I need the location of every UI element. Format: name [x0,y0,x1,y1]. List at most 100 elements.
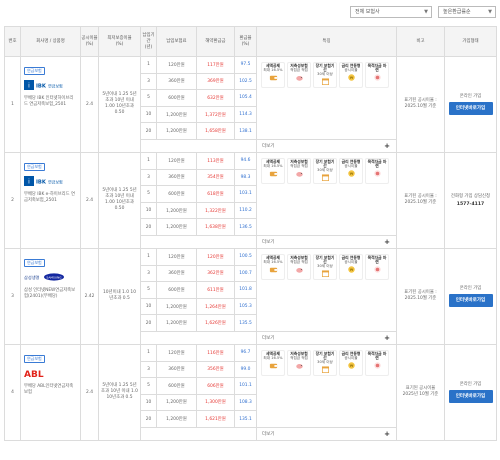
premium: 600만원 [156,281,197,299]
target-icon [373,265,382,274]
more-label: 더보기 [262,431,275,437]
payment-period: 20 [140,122,157,140]
refund-amount: 116만원 [196,343,235,362]
header-no: 번호 [4,26,21,57]
piggy-bank-icon [295,73,304,82]
more-button[interactable]: 더보기 + [256,234,397,249]
wallet-icon [269,73,278,82]
more-spacer [140,330,257,345]
feature-item: 세액공제 최대 16.5% [261,62,285,88]
header-min-unit: (%) [115,41,124,47]
refund-ratio: 135.1 [234,410,257,428]
feature-icons: 세액공제 최대 16.5% 저축성보험 적립금 적립 장기 보험기간 30세 이상 금리 연… [259,155,394,187]
feature-sub: 적립금 적립 [290,163,308,168]
refund-amount: 354만원 [196,168,235,187]
sort-select-value: 높은환급률순 [443,9,471,15]
min-guaranteed-rate: 5년이내 1.25 5년초과 10년 이내 1.00 10년초과 0.50 [98,151,141,249]
online-join-button[interactable]: 인터넷바로가입 [448,101,493,115]
premium: 360만원 [156,264,197,283]
more-button[interactable]: 더보기 + [256,426,397,441]
more-spacer [140,426,257,441]
payment-period: 5 [140,377,157,395]
min-guaranteed-rate: 5년이내 1.25 5년초과 10년 이내 1.00 10년초과 0.50 [98,56,141,153]
target-icon [373,169,382,178]
sort-select[interactable]: 높은환급률순 ▼ [438,6,496,18]
coin-icon: ₩ [347,73,356,82]
target-icon [373,73,382,82]
chevron-down-icon: ▼ [424,9,428,15]
header-ratio-label: 환급율 [239,35,252,41]
svg-text:IBK: IBK [36,84,47,90]
table-row: 1 연금보험 i IBK 연금보험 무배당 IBK 인터넷하이브리드 연금저축보험_250… [4,56,497,153]
more-button[interactable]: 더보기 + [256,330,397,345]
join-cell: 온라인 가입 인터넷바로가입 [444,56,497,153]
payment-period: 10 [140,297,157,316]
header-rate-unit: (%) [85,41,94,47]
product-name[interactable]: 무배당 IBK e-하이브리드 연금저축보험_2501 [24,192,77,204]
header-rate-label: 공시이율 [81,35,98,41]
svg-text:연금보험: 연금보험 [48,83,63,89]
note-cell: 표기된 공시이율 : 2025.10월 기준 [396,56,445,153]
premium: 1,200만원 [156,218,197,236]
refund-amount: 1,658만원 [196,122,235,140]
refund-amount: 1,626만원 [196,314,235,332]
feature-sub: 30세 이상 [317,359,333,364]
company-select[interactable]: 전체 보험사 ▼ [350,6,432,18]
feature-item: 장기 보험기간 30세 이상 [313,349,337,376]
calendar-icon [321,173,330,182]
min-guaranteed-rate: 5년이내 1.25 5년초과 10년 이내 1.0 10년초과 0.5 [98,343,141,441]
premium: 120만원 [156,56,197,74]
premium: 1,200만원 [156,105,197,124]
product-name[interactable]: 무배당 ABL인터넷연금저축보험 [24,384,77,396]
refund-amount: 1,264만원 [196,297,235,316]
refund-ratio: 96.7 [234,343,257,362]
premium: 600만원 [156,185,197,203]
payment-period: 5 [140,185,157,203]
feature-title: 목적자금 마련 [367,254,387,264]
feature-item: 장기 보험기간 30세 이상 [313,62,337,88]
online-join-button[interactable]: 인터넷바로가입 [448,293,493,307]
refund-amount: 618만원 [196,185,235,203]
product-name[interactable]: 무배당 IBK 인터넷하이브리드 연금저축보험_2501 [24,96,77,108]
svg-text:SAMSUNG: SAMSUNG [46,275,62,279]
svg-text:ABL: ABL [24,370,44,379]
feature-sub: 적립금 적립 [290,259,308,264]
join-type: 온라인 가입 [459,381,482,387]
refund-amount: 1,621만원 [196,410,235,428]
feature-sub: 30세 이상 [317,263,333,268]
more-button[interactable]: 더보기 + [256,138,397,153]
category-badge: 연금보험 [24,258,45,267]
header-premium: 납입보험료 [156,26,197,57]
premium: 600만원 [156,89,197,107]
table-body: 1 연금보험 i IBK 연금보험 무배당 IBK 인터넷하이브리드 연금저축보험_250… [4,56,497,441]
product-name[interactable]: 삼성 인터넷NEW연금저축보험(2401)(무배당) [24,288,77,300]
row-number: 3 [4,247,21,345]
product-cell: 연금보험삼성생명 SAMSUNG 삼성 인터넷NEW연금저축보험(2401)(무배당… [20,247,81,345]
feature-title: 장기 보험기간 [315,350,335,360]
header-min-label: 최저보증이율 [107,35,132,41]
refund-amount: 362만원 [196,264,235,283]
feature-sub: 적립금 적립 [290,68,308,72]
company-logo: 삼성생명 SAMSUNG [24,271,64,283]
header-note: 비고 [396,26,445,57]
refund-amount: 1,638만원 [196,218,235,236]
phone-number[interactable]: 1577-4117 [448,202,493,207]
feature-item: 금리 연동형 공시이율 ₩ [339,253,363,280]
coin-icon: ₩ [347,265,356,274]
more-spacer [140,138,257,153]
header-min-rate: 최저보증이율 (%) [98,26,141,57]
refund-amount: 1,322만원 [196,201,235,220]
payment-period: 3 [140,72,157,91]
premium: 1,200만원 [156,393,197,412]
table-row: 4 연금보험 ABL 무배당 ABL인터넷연금저축보험 2.4 5년이내 1.25 5년초… [4,343,497,441]
feature-sub: 최대 16.5% [263,68,283,72]
piggy-bank-icon [295,265,304,274]
header-join: 가입형태 [444,26,497,57]
feature-sub: 최대 16.5% [263,355,283,360]
feature-item: 저축성보험 적립금 적립 [287,253,311,280]
refund-amount: 117만원 [196,56,235,74]
join-type: 온라인 가입 [459,285,482,291]
online-join-button[interactable]: 인터넷바로가입 [448,389,493,403]
refund-amount: 1,300만원 [196,393,235,412]
coin-icon: ₩ [347,169,356,178]
